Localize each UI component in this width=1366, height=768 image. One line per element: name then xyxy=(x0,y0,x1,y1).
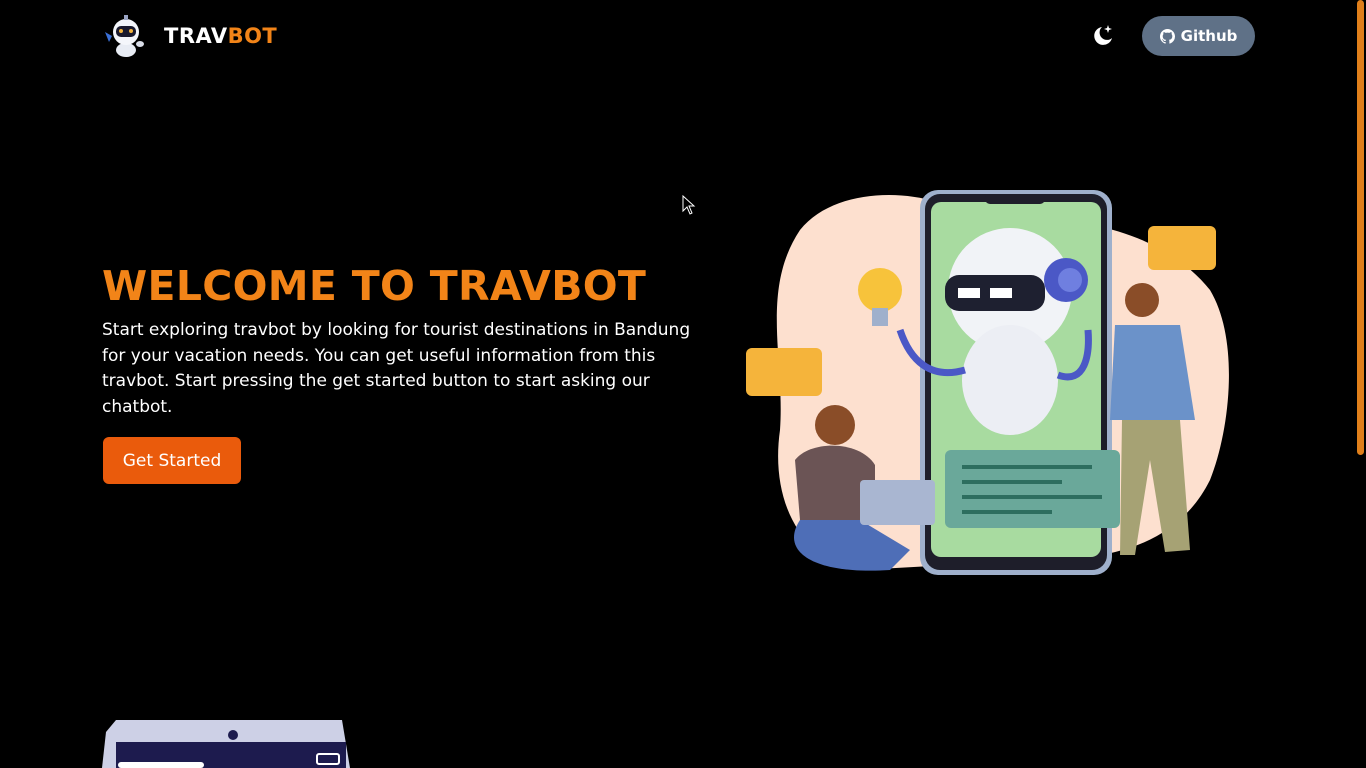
phone-illustration-peek xyxy=(102,720,350,768)
right-note-illustration xyxy=(1148,226,1216,270)
hero-description: Start exploring travbot by looking for t… xyxy=(102,320,691,417)
navbar: TRAVBOT Github xyxy=(0,0,1356,72)
brand-logo-link[interactable]: TRAVBOT xyxy=(102,14,277,58)
moon-star-icon[interactable] xyxy=(1088,22,1116,50)
get-started-button[interactable]: Get Started xyxy=(103,437,241,484)
brand-name-part1: TRAV xyxy=(164,24,228,48)
github-button[interactable]: Github xyxy=(1142,16,1255,56)
hero-title: WELCOME TO TRAVBOT xyxy=(102,262,647,310)
page-scrollbar[interactable] xyxy=(1356,0,1366,768)
mouse-cursor-icon xyxy=(682,195,696,215)
github-button-label: Github xyxy=(1180,27,1238,45)
brand-name-part2: BOT xyxy=(227,24,278,48)
github-icon xyxy=(1159,28,1175,44)
chat-bubble-illustration xyxy=(945,450,1120,528)
robot-logo-icon xyxy=(105,15,144,57)
brand-name: TRAVBOT xyxy=(164,24,277,48)
scrollbar-thumb[interactable] xyxy=(1357,0,1364,455)
left-note-illustration xyxy=(746,348,822,396)
chatbot-illustration xyxy=(746,190,1229,575)
